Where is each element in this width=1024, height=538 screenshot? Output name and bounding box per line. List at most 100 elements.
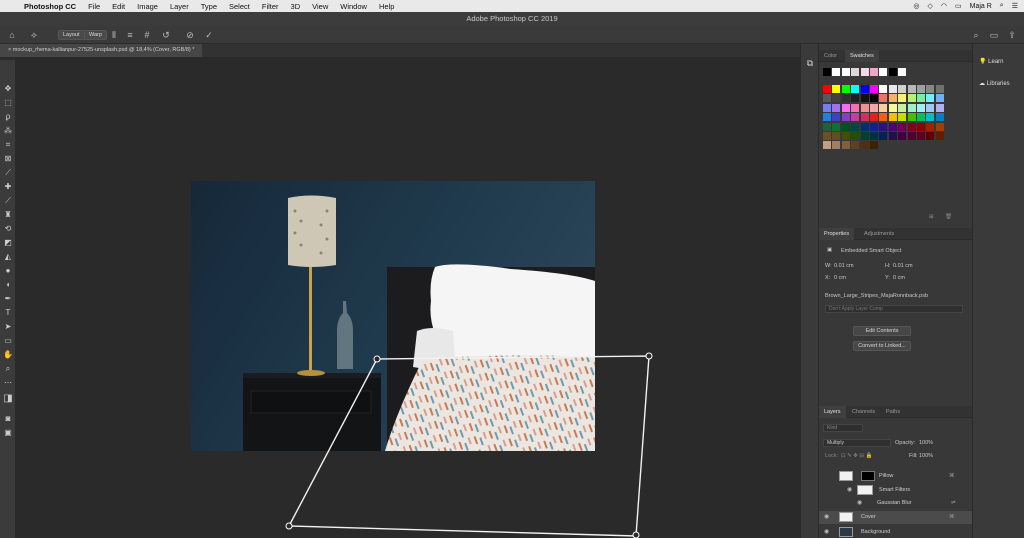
user-name[interactable]: Maja R xyxy=(970,3,992,10)
swatch[interactable] xyxy=(841,68,850,76)
menu-file[interactable]: File xyxy=(82,2,106,11)
transform-handle-top-left[interactable] xyxy=(373,355,381,363)
menu-layer[interactable]: Layer xyxy=(164,2,195,11)
learn-panel-button[interactable]: 💡 Learn xyxy=(979,56,1004,68)
more-tools-icon[interactable]: ⋯ xyxy=(3,378,13,388)
path-selection-icon[interactable]: ➤ xyxy=(3,322,13,332)
swatch[interactable] xyxy=(870,94,878,103)
swatch[interactable] xyxy=(860,122,869,131)
swatch[interactable] xyxy=(935,122,944,131)
swatch[interactable] xyxy=(851,68,860,76)
marquee-tool-icon[interactable]: ⬚ xyxy=(3,98,13,108)
swatch[interactable] xyxy=(870,141,878,150)
bedroom-photo[interactable] xyxy=(191,181,595,451)
swatch[interactable] xyxy=(879,113,888,122)
menu-window[interactable]: Window xyxy=(334,2,373,11)
edit-contents-button[interactable]: Edit Contents xyxy=(853,326,911,336)
width-value[interactable]: 0.01 cm xyxy=(834,263,854,269)
visibility-eye-icon[interactable]: ◉ xyxy=(857,500,865,507)
smart-filter-toggle-icon[interactable]: ⌘ xyxy=(949,473,955,479)
swatch[interactable] xyxy=(926,103,935,112)
pen-tool-icon[interactable]: ✒ xyxy=(3,294,13,304)
document-tab[interactable]: × mockup_rhema-kallianpur-27525-unsplash… xyxy=(0,44,203,57)
swatch[interactable] xyxy=(832,68,841,76)
swatch[interactable] xyxy=(851,94,860,103)
swatch[interactable] xyxy=(851,122,860,131)
swatch[interactable] xyxy=(935,132,944,140)
swatch[interactable] xyxy=(879,85,888,93)
swatch[interactable] xyxy=(841,141,850,150)
smart-filter-toggle-icon[interactable]: ⌘ xyxy=(949,514,955,520)
filter-options-icon[interactable]: ⇌ xyxy=(951,500,956,506)
swatch[interactable] xyxy=(907,132,916,140)
swatch[interactable] xyxy=(926,94,935,103)
swatch[interactable] xyxy=(879,132,888,140)
quick-mask-icon[interactable]: ◙ xyxy=(3,414,13,424)
swatch[interactable] xyxy=(898,94,907,103)
swatch[interactable] xyxy=(860,132,869,140)
tab-paths[interactable]: Paths xyxy=(881,406,905,418)
swatch[interactable] xyxy=(832,94,841,103)
warp-button[interactable]: Warp xyxy=(84,30,107,40)
swatch[interactable] xyxy=(888,122,897,131)
menu-filter[interactable]: Filter xyxy=(256,2,285,11)
swatch[interactable] xyxy=(841,122,850,131)
tab-channels[interactable]: Channels xyxy=(847,406,880,418)
swatch[interactable] xyxy=(851,103,860,112)
hand-tool-icon[interactable]: ✋ xyxy=(3,350,13,360)
swatch[interactable] xyxy=(926,85,935,93)
swatch[interactable] xyxy=(926,122,935,131)
swatch[interactable] xyxy=(926,132,935,140)
eyedropper-tool-icon[interactable]: ⟋ xyxy=(3,168,13,178)
history-panel-icon[interactable]: ⧉ xyxy=(805,58,815,68)
swatch[interactable] xyxy=(917,94,925,103)
swatch[interactable] xyxy=(860,141,869,150)
swatch[interactable] xyxy=(832,141,841,150)
swatch[interactable] xyxy=(823,122,831,131)
swatch[interactable] xyxy=(870,68,878,76)
swatch[interactable] xyxy=(851,113,860,122)
dodge-tool-icon[interactable]: ◖ xyxy=(3,280,13,290)
menu-help[interactable]: Help xyxy=(373,2,400,11)
swatch[interactable] xyxy=(879,94,888,103)
swatch[interactable] xyxy=(888,68,897,76)
layer-row-gaussian-blur[interactable]: ◉ Gaussian Blur ⇌ xyxy=(819,497,973,510)
swatch[interactable] xyxy=(860,94,869,103)
frame-tool-icon[interactable]: ⊠ xyxy=(3,154,13,164)
layer-row-cover[interactable]: ◉ Cover ⌘ xyxy=(819,511,973,524)
swatch[interactable] xyxy=(823,68,831,76)
visibility-eye-icon[interactable]: ◉ xyxy=(824,514,832,521)
swatch[interactable] xyxy=(888,103,897,112)
swatch[interactable] xyxy=(888,113,897,122)
swatch[interactable] xyxy=(888,132,897,140)
swatch[interactable] xyxy=(823,94,831,103)
swatch[interactable] xyxy=(888,94,897,103)
tab-layers[interactable]: Layers xyxy=(819,406,846,418)
swatch[interactable] xyxy=(907,94,916,103)
swatch[interactable] xyxy=(832,122,841,131)
menu-extras-icon[interactable]: ☰ xyxy=(1012,2,1018,10)
swatch[interactable] xyxy=(870,103,878,112)
tab-swatches[interactable]: Swatches xyxy=(845,50,879,62)
swatch[interactable] xyxy=(823,141,831,150)
swatch[interactable] xyxy=(898,132,907,140)
healing-brush-icon[interactable]: ✚ xyxy=(3,182,13,192)
swatch[interactable] xyxy=(888,85,897,93)
visibility-eye-icon[interactable]: ◉ xyxy=(847,487,855,494)
delete-swatch-icon[interactable]: 🗑 xyxy=(945,214,952,220)
swatch[interactable] xyxy=(898,113,907,122)
swatch[interactable] xyxy=(898,103,907,112)
swatch[interactable] xyxy=(870,85,878,93)
swatch[interactable] xyxy=(860,113,869,122)
creative-cloud-icon[interactable]: ◎ xyxy=(913,2,919,10)
swatch[interactable] xyxy=(898,68,907,76)
blend-mode-select[interactable]: Multiply xyxy=(823,439,891,447)
history-brush-icon[interactable]: ⟲ xyxy=(3,224,13,234)
tab-color[interactable]: Color xyxy=(819,50,842,62)
share-icon[interactable]: ⇪ xyxy=(1006,29,1018,41)
x-value[interactable]: 0 cm xyxy=(834,275,846,281)
swatch[interactable] xyxy=(841,94,850,103)
menu-edit[interactable]: Edit xyxy=(106,2,131,11)
home-icon[interactable]: ⌂ xyxy=(6,29,18,41)
dropbox-icon[interactable]: ◇ xyxy=(927,2,932,10)
